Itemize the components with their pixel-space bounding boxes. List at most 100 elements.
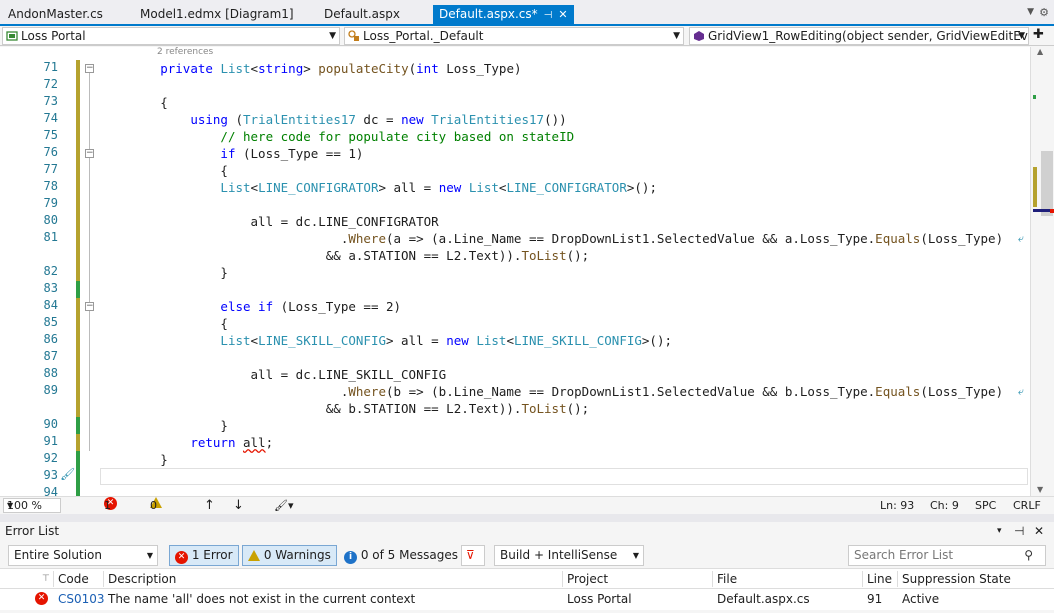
warning-icon [248, 550, 260, 561]
errors-filter-button[interactable]: ✕ 1 Error [169, 545, 239, 566]
tab-label: Default.aspx [324, 7, 400, 21]
tab-default-aspx[interactable]: Default.aspx [318, 5, 406, 24]
scroll-down-icon[interactable]: ▼ [1037, 485, 1043, 494]
column-line[interactable]: Line [867, 569, 892, 589]
word-wrap-glyph-icon: ⤶ [1017, 385, 1024, 398]
line-number: 83 [43, 281, 58, 295]
code-line: private List<string> populateCity(int Lo… [160, 61, 522, 76]
editor-status-bar: 100 % ▼ ✕ 1 0 ↑ ↓ 🖌▾ Ln: 93 Ch: 9 SPC CR… [0, 496, 1054, 514]
navigate-down-icon[interactable]: ↓ [233, 497, 244, 514]
column-description[interactable]: Description [108, 569, 176, 589]
quick-actions-brush-icon[interactable]: 🖌 [60, 467, 75, 481]
split-editor-icon[interactable]: ✚ [1033, 27, 1044, 42]
line-ending-indicator[interactable]: CRLF [1013, 497, 1041, 514]
tab-label: AndonMaster.cs [8, 7, 103, 21]
collapse-icon[interactable]: − [85, 302, 94, 311]
code-line: } [100, 452, 168, 467]
line-number: 90 [43, 417, 58, 431]
line-number: 78 [43, 179, 58, 193]
tab-model1-edmx[interactable]: Model1.edmx [Diagram1] [134, 5, 300, 24]
project-name: Loss Portal [21, 29, 86, 43]
outline-guide [89, 71, 90, 451]
change-margin-new [76, 451, 80, 496]
table-row[interactable]: ✕ CS0103 The name 'all' does not exist i… [0, 589, 1054, 610]
error-list-column-header: ⊤ Code Description Project File Line Sup… [0, 568, 1054, 589]
navigate-up-icon[interactable]: ↑ [204, 497, 215, 514]
close-tab-icon[interactable]: ✕ [558, 5, 567, 24]
tab-andonmaster[interactable]: AndonMaster.cs [2, 5, 109, 24]
sort-indicator-icon: ⊤ [42, 574, 50, 584]
change-margin-saved [76, 298, 80, 417]
code-line: { [100, 316, 228, 331]
scroll-map-marker [1033, 167, 1037, 207]
warnings-filter-label: 0 Warnings [263, 548, 331, 562]
collapse-icon[interactable]: − [85, 64, 94, 73]
brush-menu-icon[interactable]: 🖌▾ [274, 497, 294, 514]
code-text-area[interactable]: 2 references private List<string> popula… [100, 47, 1030, 496]
scroll-up-icon[interactable]: ▲ [1037, 47, 1043, 56]
error-line: 91 [867, 592, 883, 606]
search-placeholder: Search Error List [854, 548, 954, 562]
editor-gutter: 71 72 73 74 75 76 77 78 79 80 81 82 83 8… [0, 47, 100, 499]
close-panel-icon[interactable]: ✕ [1034, 522, 1044, 541]
line-number: 93 [43, 468, 58, 482]
codelens-references[interactable]: 2 references [157, 47, 213, 57]
build-source-value: Build + IntelliSense [500, 548, 618, 562]
panel-menu-icon[interactable]: ▾ [997, 522, 1002, 541]
filter-button[interactable]: ⊽ [461, 545, 485, 566]
project-dropdown[interactable]: Loss Portal ▼ [2, 27, 340, 45]
tab-default-aspx-cs[interactable]: Default.aspx.cs* ⊣ ✕ [433, 5, 574, 26]
panel-splitter[interactable] [0, 514, 1054, 522]
code-line: List<LINE_CONFIGRATOR> all = new List<LI… [220, 180, 657, 195]
code-editor[interactable]: 71 72 73 74 75 76 77 78 79 80 81 82 83 8… [0, 47, 1030, 499]
class-dropdown[interactable]: Loss_Portal._Default ▼ [344, 27, 684, 45]
error-icon: ✕ [35, 592, 48, 605]
error-suppression-state: Active [902, 592, 940, 606]
scope-dropdown[interactable]: Entire Solution ▼ [8, 545, 158, 566]
code-line: { [100, 163, 228, 178]
method-icon [693, 30, 705, 42]
column-suppression-state[interactable]: Suppression State [902, 569, 1011, 589]
settings-icon[interactable]: ⚙ [1039, 6, 1049, 19]
code-line: return all; [190, 435, 274, 450]
word-wrap-glyph-icon: ⤶ [1017, 232, 1024, 245]
member-name: GridView1_RowEditing(object sender, Grid… [708, 29, 1029, 43]
chevron-down-icon: ▼ [146, 551, 153, 560]
tab-label: Default.aspx.cs* [439, 7, 538, 21]
column-code[interactable]: Code [58, 569, 89, 589]
info-icon: i [344, 551, 357, 564]
change-margin-saved [76, 434, 80, 451]
class-icon [348, 30, 360, 42]
line-number: 86 [43, 332, 58, 346]
warnings-filter-button[interactable]: 0 Warnings [242, 545, 337, 566]
column-file[interactable]: File [717, 569, 737, 589]
build-source-dropdown[interactable]: Build + IntelliSense ▼ [494, 545, 644, 566]
chevron-down-icon: ▼ [7, 501, 14, 510]
vertical-scrollbar[interactable]: ▲ ▼ [1030, 47, 1054, 496]
scroll-thumb[interactable] [1041, 151, 1053, 216]
column-indicator[interactable]: Ch: 9 [930, 497, 959, 514]
code-line: all = dc.LINE_CONFIGRATOR [100, 214, 439, 229]
chevron-down-icon: ▼ [1018, 31, 1025, 41]
zoom-dropdown[interactable]: 100 % ▼ [3, 498, 61, 513]
whitespace-indicator[interactable]: SPC [975, 497, 996, 514]
class-name: Loss_Portal._Default [363, 29, 484, 43]
line-number: 89 [43, 383, 58, 397]
chevron-down-icon: ▼ [632, 551, 639, 560]
code-line: } [100, 418, 228, 433]
collapse-icon[interactable]: − [85, 149, 94, 158]
line-indicator[interactable]: Ln: 93 [880, 497, 914, 514]
member-dropdown[interactable]: GridView1_RowEditing(object sender, Grid… [689, 27, 1029, 45]
code-line: && b.STATION == L2.Text)).ToList(); [100, 401, 590, 416]
messages-filter-button[interactable]: i 0 of 5 Messages [338, 545, 464, 566]
scroll-map-marker [1033, 95, 1036, 99]
error-code-link[interactable]: CS0103 [58, 589, 105, 609]
pin-icon[interactable]: ⊣ [544, 6, 553, 25]
error-list-title: Error List [5, 524, 60, 538]
column-project[interactable]: Project [567, 569, 608, 589]
tab-overflow-icon[interactable]: ▼ [1027, 7, 1034, 17]
change-margin-saved [76, 60, 80, 281]
error-list-toolbar: Entire Solution ▼ ✕ 1 Error 0 Warnings i … [0, 542, 1054, 568]
search-error-list-input[interactable]: Search Error List ⚲ [848, 545, 1046, 566]
pin-icon[interactable]: ⊣ [1014, 522, 1024, 541]
